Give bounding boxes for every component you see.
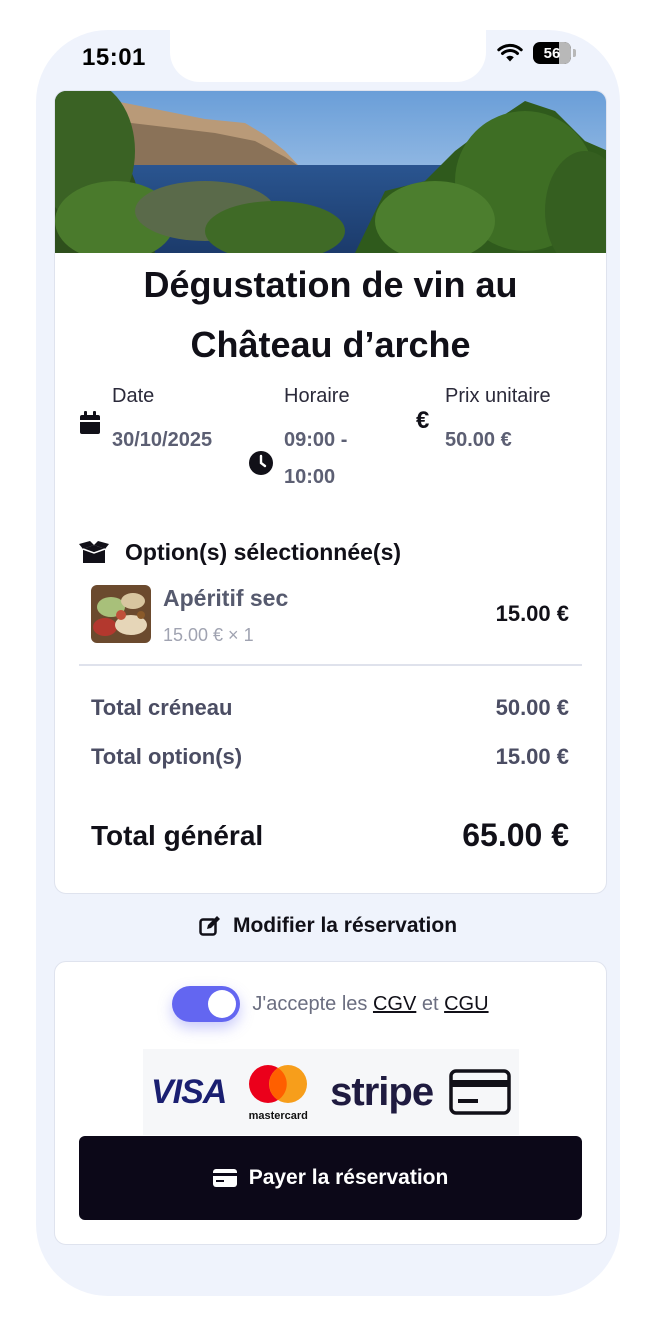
option-detail: 15.00 € × 1 <box>163 625 254 645</box>
price-label: Prix unitaire <box>445 385 551 407</box>
activity-title-line2: Château d’arche <box>190 324 471 365</box>
stripe-logo: stripe <box>330 1069 434 1114</box>
battery-icon: 56 <box>533 42 571 64</box>
grand-total-label: Total général <box>91 819 264 851</box>
pay-reservation-button[interactable]: Payer la réservation <box>79 1136 582 1220</box>
mastercard-text: mastercard <box>248 1110 308 1122</box>
time-value-line2: 10:00 <box>284 466 336 488</box>
options-header-text: Option(s) sélectionnée(s) <box>125 539 402 565</box>
price-value: 50.00 € <box>445 429 512 451</box>
status-time: 15:01 <box>82 44 146 71</box>
credit-card-icon <box>212 1169 237 1187</box>
time-label: Horaire <box>284 385 350 407</box>
time-value-line1: 09:00 - <box>284 429 348 451</box>
modify-reservation-button[interactable]: Modifier la réservation <box>36 914 620 938</box>
payment-logos: VISA mastercard stripe <box>143 1049 519 1135</box>
divider <box>79 664 582 666</box>
edit-icon <box>199 916 220 936</box>
battery-tip <box>573 49 576 57</box>
price-block: Prix unitaire 50.00 € <box>445 385 551 459</box>
pay-reservation-label: Payer la réservation <box>248 1166 449 1189</box>
total-options-value: 15.00 € <box>495 744 569 769</box>
option-item: Apéritif sec 15.00 € × 1 15.00 € <box>91 583 569 647</box>
terms-text: J'accepte les CGV et CGU <box>252 993 488 1016</box>
option-name: Apéritif sec <box>163 585 289 611</box>
total-options-label: Total option(s) <box>91 744 243 769</box>
terms-row: J'accepte les CGV et CGU <box>55 986 606 1022</box>
mastercard-logo: mastercard <box>242 1064 314 1122</box>
box-icon <box>79 540 109 563</box>
calendar-icon <box>80 411 100 434</box>
clock-icon <box>249 451 273 475</box>
date-label: Date <box>112 385 155 407</box>
cgu-link[interactable]: CGU <box>444 993 488 1015</box>
date-block: Date 30/10/2025 <box>112 385 212 459</box>
credit-card-icon <box>449 1069 511 1115</box>
euro-icon: € <box>416 407 430 434</box>
wifi-icon <box>497 43 523 62</box>
time-block: Horaire 09:00 - 10:00 <box>284 385 350 496</box>
options-header: Option(s) sélectionnée(s) <box>79 539 401 566</box>
visa-logo: VISA <box>151 1072 227 1111</box>
modify-reservation-label: Modifier la réservation <box>232 914 458 937</box>
status-icons: 56 <box>497 42 576 64</box>
option-price: 15.00 € <box>495 601 569 626</box>
info-row: Date 30/10/2025 Horaire 09:00 - 10:00 € … <box>55 375 606 505</box>
activity-title: Dégustation de vin au Château d’arche <box>55 255 606 375</box>
option-thumbnail <box>91 585 151 643</box>
terms-toggle[interactable] <box>172 986 241 1022</box>
phone-frame: 15:01 56 Dégustation de vin au Château d… <box>36 30 620 1296</box>
total-slot-row: Total créneau 50.00 € <box>91 695 569 721</box>
hero-image <box>55 91 606 253</box>
terms-and: et <box>416 992 445 1015</box>
date-value: 30/10/2025 <box>112 429 213 451</box>
payment-card: J'accepte les CGV et CGU VISA mastercard… <box>54 961 607 1245</box>
total-slot-label: Total créneau <box>91 695 233 720</box>
grand-total-row: Total général 65.00 € <box>91 817 569 854</box>
cgv-link[interactable]: CGV <box>373 993 416 1015</box>
toggle-knob <box>208 990 237 1018</box>
terms-prefix: J'accepte les <box>252 992 373 1015</box>
total-options-row: Total option(s) 15.00 € <box>91 744 569 770</box>
total-slot-value: 50.00 € <box>495 695 569 720</box>
grand-total-value: 65.00 € <box>462 817 569 853</box>
booking-summary-card: Dégustation de vin au Château d’arche Da… <box>54 90 607 894</box>
activity-title-line1: Dégustation de vin au <box>143 264 518 305</box>
notch <box>170 30 486 82</box>
